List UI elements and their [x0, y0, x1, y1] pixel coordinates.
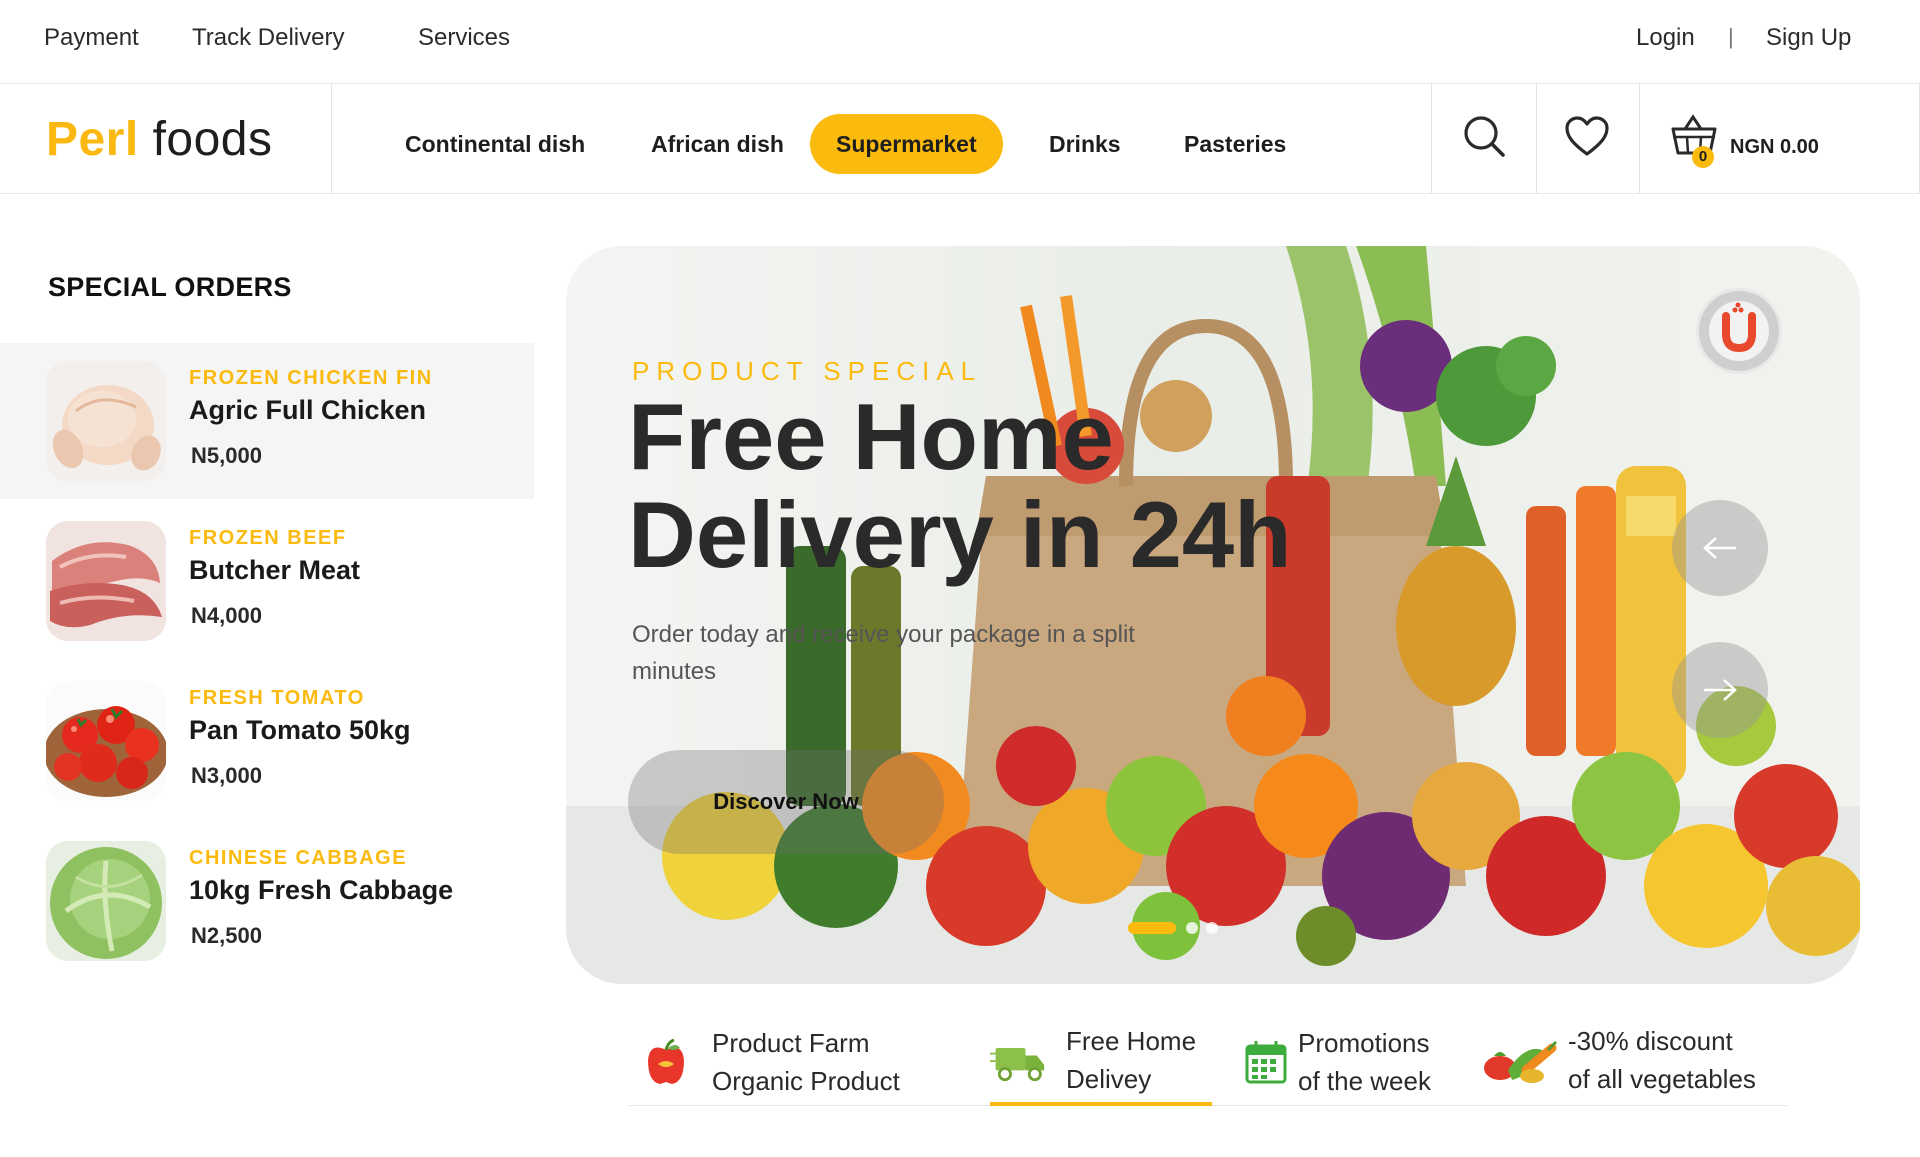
order-category: CHINESE CABBAGE	[189, 847, 408, 869]
arrow-right-icon[interactable]	[1672, 642, 1768, 738]
tomatoes-bowl-image	[46, 681, 166, 801]
header-divider	[1431, 84, 1432, 194]
order-price: N5,000	[191, 443, 262, 468]
raw-beef-image	[46, 521, 166, 641]
header-divider	[1639, 84, 1640, 194]
arrow-left-icon[interactable]	[1672, 500, 1768, 596]
hero-title: Free Home Delivery in 24h	[628, 384, 1292, 587]
slide-dot[interactable]	[1206, 922, 1218, 934]
logo-part-2: foods	[152, 113, 273, 166]
logo-part-1: Perl	[46, 113, 139, 166]
hero-subtitle: PRODUCT SPECIAL	[632, 356, 983, 386]
feature-line-1: Free Home	[1066, 1026, 1197, 1056]
feature-promotions: Promotions of the week	[1238, 1020, 1468, 1106]
discover-now-button[interactable]: Discover Now	[628, 750, 944, 854]
search-icon[interactable]	[1454, 106, 1514, 166]
feature-organic: Product Farm Organic Product	[628, 1020, 928, 1106]
order-name[interactable]: Pan Tomato 50kg	[189, 715, 411, 746]
special-order-item[interactable]: FROZEN CHICKEN FIN Agric Full Chicken N5…	[0, 343, 534, 499]
order-price: N3,000	[191, 763, 262, 788]
feature-line-2: Organic Product	[712, 1066, 900, 1096]
apple-icon	[638, 1034, 694, 1090]
order-category: FRESH TOMATO	[189, 687, 365, 709]
special-order-item[interactable]: FRESH TOMATO Pan Tomato 50kg N3,000	[0, 663, 534, 819]
hero-description: Order today and receive your package in …	[632, 621, 1135, 685]
slide-dot[interactable]	[1186, 922, 1198, 934]
feature-discount: -30% discount of all vegetables	[1482, 1020, 1788, 1106]
delivery-truck-icon	[990, 1034, 1046, 1090]
vegetables-icon	[1482, 1034, 1558, 1090]
special-order-item[interactable]: FROZEN BEEF Butcher Meat N4,000	[0, 503, 534, 659]
feature-line-2: Delivey	[1066, 1064, 1152, 1094]
raw-chicken-image	[46, 361, 166, 481]
calendar-icon	[1238, 1034, 1294, 1090]
login-signup-divider: |	[1728, 24, 1734, 49]
active-feature-underline	[990, 1102, 1212, 1106]
feature-line-1: Product Farm	[712, 1028, 870, 1058]
nav-pasteries[interactable]: Pasteries	[1184, 114, 1286, 174]
order-name[interactable]: Agric Full Chicken	[189, 395, 426, 426]
feature-line-2: of all vegetables	[1568, 1064, 1756, 1094]
feature-line-2: of the week	[1298, 1066, 1431, 1096]
cart-total[interactable]: NGN 0.00	[1730, 136, 1819, 159]
cart-count-badge: 0	[1692, 146, 1714, 168]
track-delivery-link[interactable]: Track Delivery	[192, 24, 344, 52]
services-link[interactable]: Services	[418, 24, 510, 52]
hero-banner: PRODUCT SPECIAL Free Home Delivery in 24…	[566, 246, 1860, 984]
order-category: FROZEN BEEF	[189, 527, 347, 549]
feature-line-1: -30% discount	[1568, 1026, 1733, 1056]
signup-link[interactable]: Sign Up	[1766, 24, 1851, 52]
nav-continental-dish[interactable]: Continental dish	[405, 114, 585, 174]
header-divider	[331, 84, 332, 194]
nav-drinks[interactable]: Drinks	[1049, 114, 1121, 174]
main-header: Perl foods Continental dish African dish…	[0, 84, 1920, 194]
login-link[interactable]: Login	[1636, 24, 1695, 52]
special-orders-title: SPECIAL ORDERS	[48, 272, 292, 302]
feature-line-1: Promotions	[1298, 1028, 1430, 1058]
brand-u-icon[interactable]	[1696, 288, 1782, 374]
slide-dot-active[interactable]	[1128, 922, 1176, 934]
features-strip: Product Farm Organic Product Free Home D…	[628, 1020, 1788, 1106]
order-price: N4,000	[191, 603, 262, 628]
perl-foods-logo[interactable]: Perl foods	[46, 112, 273, 167]
feature-delivery[interactable]: Free Home Delivey	[990, 1020, 1212, 1106]
order-name[interactable]: 10kg Fresh Cabbage	[189, 875, 453, 906]
nav-supermarket[interactable]: Supermarket	[810, 114, 1003, 174]
order-name[interactable]: Butcher Meat	[189, 555, 360, 586]
cabbage-image	[46, 841, 166, 961]
special-order-item[interactable]: CHINESE CABBAGE 10kg Fresh Cabbage N2,50…	[0, 823, 534, 979]
payment-link[interactable]: Payment	[44, 24, 139, 52]
order-price: N2,500	[191, 923, 262, 948]
header-divider	[1536, 84, 1537, 194]
top-utility-bar: Payment Track Delivery Services Login | …	[0, 0, 1920, 84]
nav-african-dish[interactable]: African dish	[651, 114, 784, 174]
order-category: FROZEN CHICKEN FIN	[189, 367, 433, 389]
heart-icon[interactable]	[1557, 106, 1617, 166]
